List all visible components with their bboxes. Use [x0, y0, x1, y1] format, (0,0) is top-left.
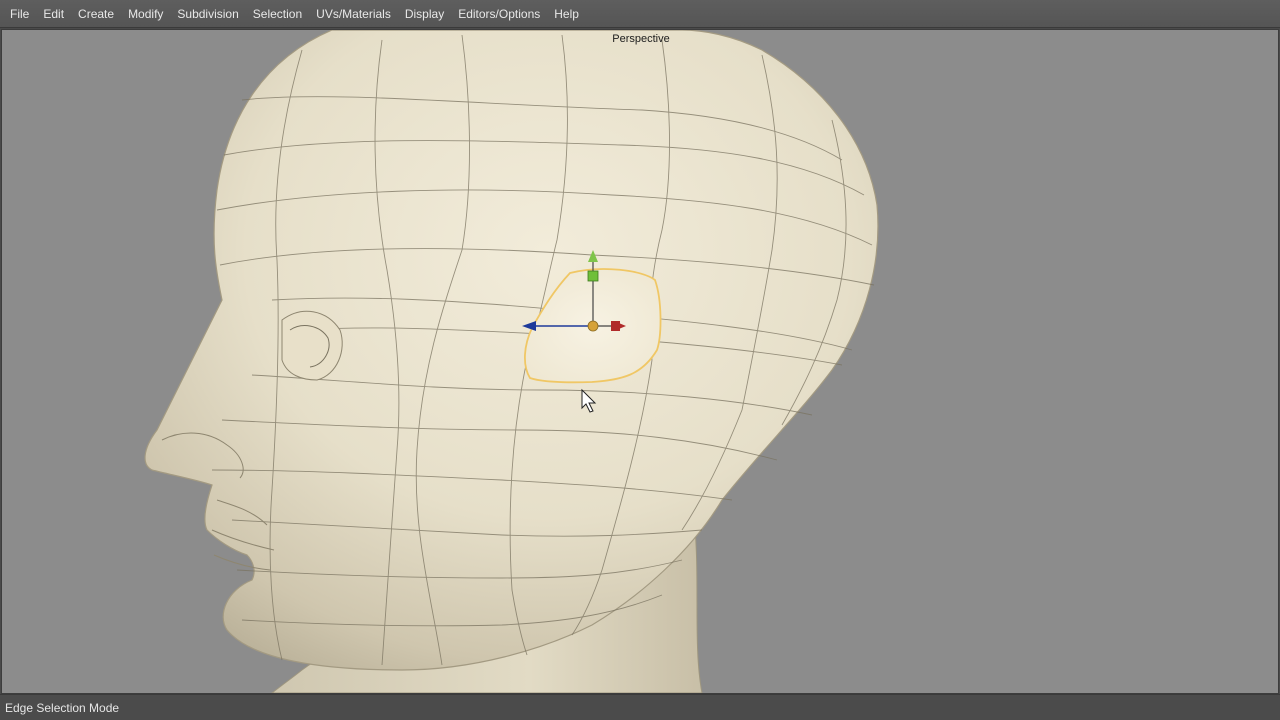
menu-file[interactable]: File: [3, 0, 36, 28]
status-bar: Edge Selection Mode: [0, 694, 1280, 720]
menu-bar: File Edit Create Modify Subdivision Sele…: [0, 0, 1280, 28]
head-mesh[interactable]: [2, 30, 1278, 693]
menu-subdivision[interactable]: Subdivision: [170, 0, 245, 28]
menu-help[interactable]: Help: [547, 0, 586, 28]
menu-modify[interactable]: Modify: [121, 0, 170, 28]
status-text: Edge Selection Mode: [5, 701, 120, 715]
perspective-viewport[interactable]: Perspective: [1, 29, 1279, 694]
menu-display[interactable]: Display: [398, 0, 451, 28]
menu-edit[interactable]: Edit: [36, 0, 71, 28]
viewport-label: Perspective: [612, 33, 670, 45]
menu-editors-options[interactable]: Editors/Options: [451, 0, 547, 28]
menu-uvs-materials[interactable]: UVs/Materials: [309, 0, 398, 28]
menu-create[interactable]: Create: [71, 0, 121, 28]
menu-selection[interactable]: Selection: [246, 0, 309, 28]
